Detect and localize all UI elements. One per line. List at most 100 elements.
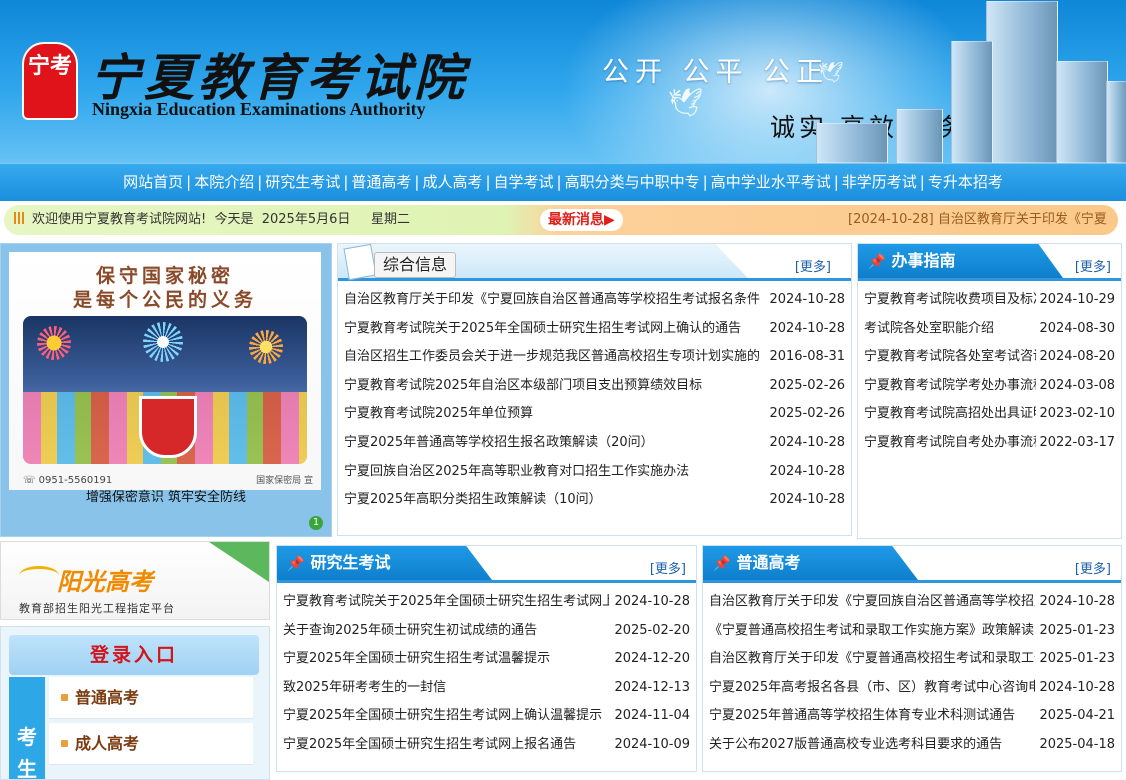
list-item[interactable]: 宁夏教育考试院2025年自治区本级部门项目支出预算绩效目标 2025-02-26 — [344, 372, 845, 401]
nav-home[interactable]: 网站首页 — [122, 173, 184, 191]
login-gaokao-link[interactable]: 普通高考 — [49, 677, 253, 719]
guide-title[interactable]: 考试院各处室职能介绍 — [864, 315, 1036, 344]
news-title[interactable]: 宁夏2025年普通高等学校招生体育专业术科测试通告 — [709, 702, 1035, 731]
list-item[interactable]: 关于公布2027版普通高校专业选考科目要求的通告 2025-04-18 — [709, 731, 1115, 760]
list-item[interactable]: 宁夏教育考试院各处室考试咨询电话2024-08-20 — [864, 343, 1115, 372]
logo-seal-icon[interactable]: 宁考 — [22, 42, 78, 120]
news-title[interactable]: 宁夏教育考试院2025年单位预算 — [344, 400, 766, 429]
nav-gaokao[interactable]: 普通高考 — [350, 173, 412, 191]
news-date: 2025-02-26 — [769, 406, 845, 422]
nav-about[interactable]: 本院介绍 — [193, 173, 255, 191]
list-item[interactable]: 自治区教育厅关于印发《宁夏普通高校招生考试和录取工作 2025-01-23 — [709, 645, 1115, 674]
list-item[interactable]: 宁夏回族自治区2025年高等职业教育对口招生工作实施办法 2024-10-28 — [344, 458, 845, 487]
list-item[interactable]: 宁夏2025年高职分类招生政策解读（10问） 2024-10-28 — [344, 486, 845, 515]
news-date: 2024-11-04 — [614, 708, 690, 724]
news-date: 2024-10-28 — [769, 463, 845, 479]
guide-title[interactable]: 宁夏教育考试院收费项目及标准 — [864, 286, 1036, 315]
list-item[interactable]: 宁夏2025年全国硕士研究生招生考试网上确认温馨提示 2024-11-04 — [283, 702, 690, 731]
news-title[interactable]: 自治区教育厅关于印发《宁夏回族自治区普通高等学校招生 — [709, 588, 1035, 617]
list-item[interactable]: 宁夏2025年高考报名各县（市、区）教育考试中心咨询电话 2024-10-28 — [709, 674, 1115, 703]
nav-vocational[interactable]: 高职分类与中职中专 — [564, 173, 701, 191]
list-item[interactable]: 宁夏教育考试院关于2025年全国硕士研究生招生考试网上确认的通告 2024-10-… — [344, 315, 845, 344]
gaokao-more-link[interactable]: [更多] — [1075, 558, 1111, 577]
signal-bars-icon — [14, 212, 26, 224]
news-title[interactable]: 关于公布2027版普通高校专业选考科目要求的通告 — [709, 731, 1035, 760]
general-info-more-link[interactable]: [更多] — [795, 256, 831, 275]
news-title[interactable]: 宁夏2025年高职分类招生政策解读（10问） — [344, 486, 766, 515]
list-item[interactable]: 宁夏教育考试院学考处办事流程 2024-03-08 — [864, 372, 1115, 401]
skyscraper — [951, 41, 993, 163]
nav-separator: | — [186, 173, 192, 191]
secret-shield-icon — [139, 396, 197, 458]
news-title[interactable]: 宁夏回族自治区2025年高等职业教育对口招生工作实施办法 — [344, 458, 766, 487]
news-title[interactable]: 宁夏2025年全国硕士研究生招生考试温馨提示 — [283, 645, 609, 674]
news-date: 2025-01-23 — [1039, 622, 1115, 638]
news-title[interactable]: 宁夏教育考试院关于2025年全国硕士研究生招生考试网上确认的通告 — [344, 315, 766, 344]
news-title[interactable]: 《宁夏普通高校招生考试和录取工作实施方案》政策解读 — [709, 617, 1035, 646]
news-title[interactable]: 宁夏教育考试院2025年自治区本级部门项目支出预算绩效目标 — [344, 372, 766, 401]
news-title[interactable]: 关于查询2025年硕士研究生初试成绩的通告 — [283, 617, 609, 646]
news-title[interactable]: 宁夏2025年普通高等学校招生报名政策解读（20问） — [344, 429, 766, 458]
news-date: 2024-10-28 — [769, 434, 845, 450]
graduate-exam-more-link[interactable]: [更多] — [650, 558, 686, 577]
list-item[interactable]: 致2025年研考考生的一封信 2024-12-13 — [283, 674, 690, 703]
news-title[interactable]: 自治区招生工作委员会关于进一步规范我区普通高校招生专项计划实施的 — [344, 343, 766, 372]
nav-upgrade[interactable]: 专升本招考 — [927, 173, 1004, 191]
list-item[interactable]: 宁夏2025年全国硕士研究生招生考试温馨提示 2024-12-20 — [283, 645, 690, 674]
news-title[interactable]: 宁夏教育考试院关于2025年全国硕士研究生招生考试网上确认 — [283, 588, 609, 617]
guide-title[interactable]: 宁夏教育考试院高招处出具证明 — [864, 400, 1036, 429]
guide-date: 2024-10-29 — [1039, 292, 1115, 307]
site-header: 宁考 宁夏教育考试院 Ningxia Education Examination… — [0, 0, 1126, 163]
news-title[interactable]: 自治区教育厅关于印发《宁夏回族自治区普通高等学校招生考试报名条件 — [344, 286, 766, 315]
nav-separator: | — [257, 173, 263, 191]
list-item[interactable]: 宁夏教育考试院高招处出具证明 2023-02-10 — [864, 400, 1115, 429]
news-title[interactable]: 自治区教育厅关于印发《宁夏普通高校招生考试和录取工作 — [709, 645, 1035, 674]
firework-icon — [249, 330, 283, 364]
list-item[interactable]: 宁夏教育考试院关于2025年全国硕士研究生招生考试网上确认 2024-10-28 — [283, 588, 690, 617]
firework-icon — [37, 326, 71, 360]
service-guide-more-link[interactable]: [更多] — [1075, 256, 1111, 275]
news-title[interactable]: 宁夏2025年高考报名各县（市、区）教育考试中心咨询电话 — [709, 674, 1035, 703]
news-marquee[interactable]: [2024-10-28] 自治区教育厅关于印发《宁夏 — [848, 205, 1107, 235]
news-date: 2024-10-28 — [769, 292, 845, 307]
carousel-page-dot[interactable]: 1 — [309, 516, 323, 530]
list-item[interactable]: 宁夏2025年全国硕士研究生招生考试网上报名通告 2024-10-09 — [283, 731, 690, 760]
news-title[interactable]: 宁夏2025年全国硕士研究生招生考试网上报名通告 — [283, 731, 609, 760]
dove-icon: 🕊 — [668, 86, 704, 119]
guide-title[interactable]: 宁夏教育考试院自考处办事流程 — [864, 429, 1036, 458]
list-item[interactable]: 宁夏教育考试院自考处办事流程 2022-03-17 — [864, 429, 1115, 458]
list-item[interactable]: 考试院各处室职能介绍 2024-08-30 — [864, 315, 1115, 344]
nav-graduate-exam[interactable]: 研究生考试 — [264, 173, 341, 191]
logo-seal-text: 宁考 — [27, 53, 72, 79]
nav-self-study[interactable]: 自学考试 — [493, 173, 555, 191]
login-adult-exam-link[interactable]: 成人高考 — [49, 723, 253, 765]
list-item[interactable]: 宁夏2025年普通高等学校招生体育专业术科测试通告 2025-04-21 — [709, 702, 1115, 731]
pin-icon: 📌 — [287, 556, 305, 572]
carousel-poster[interactable]: 保守国家秘密 是每个公民的义务 ☏ 0951-5560191 国家保密局 宣 增… — [0, 243, 332, 537]
service-guide-tab: 📌 办事指南 — [858, 244, 1063, 278]
pin-icon: 📌 — [868, 254, 886, 270]
news-title[interactable]: 宁夏2025年全国硕士研究生招生考试网上确认温馨提示 — [283, 702, 609, 731]
poster-headline-line1: 保守国家秘密 — [95, 265, 234, 287]
list-item[interactable]: 宁夏2025年普通高等学校招生报名政策解读（20问） 2024-10-28 — [344, 429, 845, 458]
list-item[interactable]: 宁夏教育考试院收费项目及标准 2024-10-29 — [864, 286, 1115, 315]
news-date: 2025-02-20 — [614, 622, 690, 638]
nav-non-degree[interactable]: 非学历考试 — [841, 173, 918, 191]
list-item[interactable]: 《宁夏普通高校招生考试和录取工作实施方案》政策解读 2025-01-23 — [709, 617, 1115, 646]
list-item[interactable]: 宁夏教育考试院2025年单位预算 2025-02-26 — [344, 400, 845, 429]
guide-title[interactable]: 宁夏教育考试院学考处办事流程 — [864, 372, 1036, 401]
poster-caption[interactable]: 增强保密意识 筑牢安全防线 — [1, 486, 331, 505]
news-date: 2025-04-18 — [1039, 736, 1115, 752]
guide-title[interactable]: 宁夏教育考试院各处室考试咨询电话 — [864, 343, 1036, 372]
nav-academic-level[interactable]: 高中学业水平考试 — [710, 173, 832, 191]
list-item[interactable]: 自治区教育厅关于印发《宁夏回族自治区普通高等学校招生考试报名条件 2024-10-… — [344, 286, 845, 315]
list-item[interactable]: 关于查询2025年硕士研究生初试成绩的通告 2025-02-20 — [283, 617, 690, 646]
list-item[interactable]: 自治区招生工作委员会关于进一步规范我区普通高校招生专项计划实施的 2016-08-… — [344, 343, 845, 372]
nav-adult-exam[interactable]: 成人高考 — [421, 173, 483, 191]
sunshine-gaokao-banner[interactable]: 阳光高考 教育部招生阳光工程指定平台 — [0, 541, 270, 620]
latest-news-text: 最新消息 — [548, 212, 604, 228]
news-title[interactable]: 致2025年研考考生的一封信 — [283, 674, 609, 703]
list-item[interactable]: 自治区教育厅关于印发《宁夏回族自治区普通高等学校招生 2024-10-28 — [709, 588, 1115, 617]
play-arrow-icon: ▶ — [604, 212, 615, 228]
building — [1106, 81, 1126, 163]
